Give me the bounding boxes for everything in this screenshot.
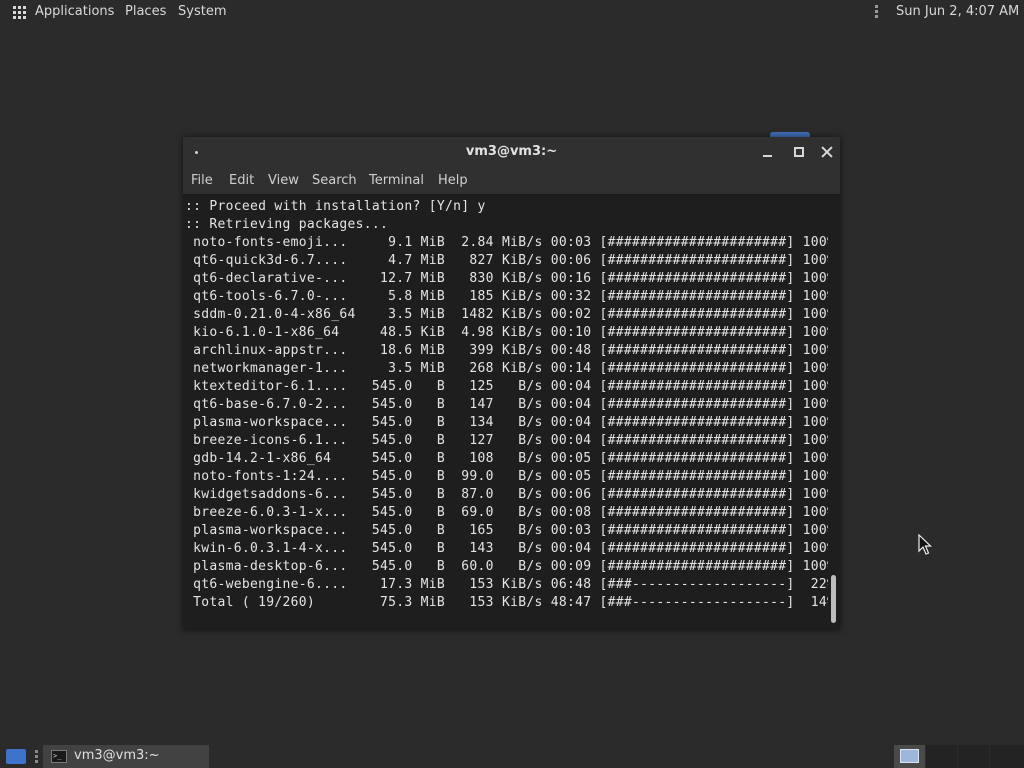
terminal-scrollbar[interactable] (828, 195, 840, 630)
terminal-icon: >_ (51, 750, 67, 763)
close-button[interactable] (817, 142, 837, 162)
bottom-panel: >_ vm3@vm3:~ (0, 745, 1024, 768)
maximize-button[interactable] (788, 142, 808, 162)
panel-separator-handle[interactable] (35, 750, 38, 763)
menu-edit[interactable]: Edit (229, 173, 254, 188)
show-desktop-icon[interactable] (6, 749, 26, 764)
menu-search[interactable]: Search (312, 173, 357, 188)
workspace-2[interactable] (926, 745, 957, 768)
menubar: File Edit View Search Terminal Help (183, 166, 840, 195)
taskbar-item-terminal[interactable]: >_ vm3@vm3:~ (43, 745, 209, 768)
terminal-text: :: Proceed with installation? [Y/n] y ::… (185, 199, 828, 610)
menu-terminal[interactable]: Terminal (369, 173, 424, 188)
places-menu[interactable]: Places (125, 4, 166, 19)
mouse-pointer-icon (918, 534, 932, 555)
workspace-4[interactable] (990, 745, 1024, 768)
system-menu[interactable]: System (178, 4, 226, 19)
window-titlebar[interactable]: vm3@vm3:~ (183, 137, 840, 166)
scrollbar-thumb[interactable] (831, 575, 836, 623)
menu-help[interactable]: Help (438, 173, 468, 188)
window-title: vm3@vm3:~ (465, 144, 558, 159)
clock[interactable]: Sun Jun 2, 4:07 AM (896, 4, 1019, 19)
terminal-output[interactable]: :: Proceed with installation? [Y/n] y ::… (183, 195, 828, 630)
workspace-1[interactable] (894, 745, 925, 768)
taskbar-item-label: vm3@vm3:~ (74, 748, 160, 763)
menu-view[interactable]: View (268, 173, 299, 188)
applications-menu[interactable]: Applications (35, 4, 114, 19)
workspace-3[interactable] (958, 745, 989, 768)
menu-file[interactable]: File (191, 173, 213, 188)
top-panel: Applications Places System Sun Jun 2, 4:… (0, 0, 1024, 24)
applications-grid-icon[interactable] (13, 6, 26, 19)
terminal-window: vm3@vm3:~ File Edit View Search Terminal… (183, 137, 840, 630)
minimize-button[interactable] (758, 142, 778, 162)
panel-separator-handle[interactable] (875, 5, 878, 19)
